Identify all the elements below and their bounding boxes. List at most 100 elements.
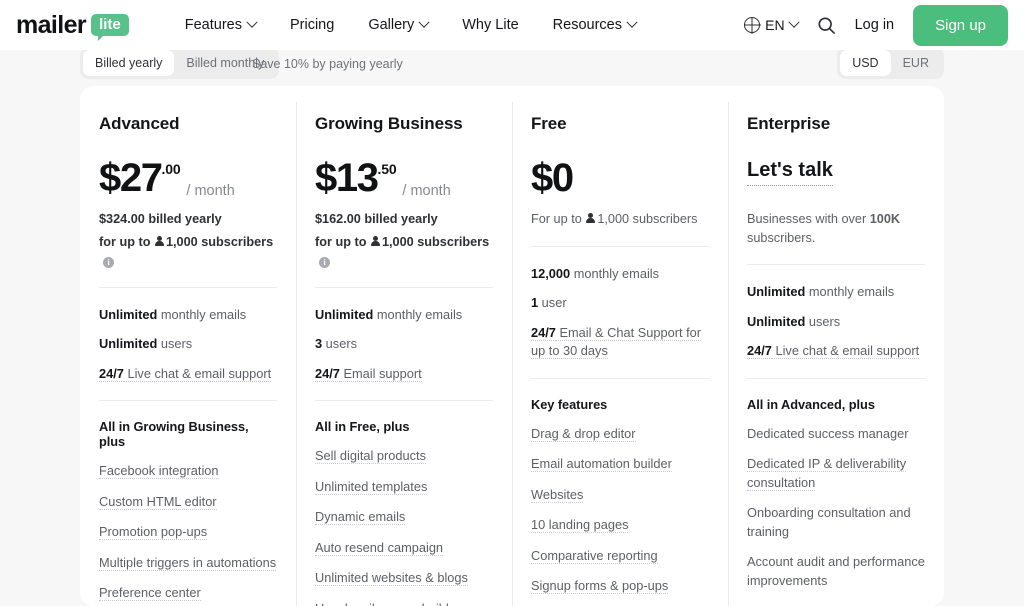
feature-item[interactable]: Dedicated IP & deliverability consultati… xyxy=(747,455,925,492)
enterprise-note-count: 100K xyxy=(869,212,901,226)
feature-item[interactable]: Unlimited websites & blogs xyxy=(315,569,493,588)
price-period: / month xyxy=(186,183,235,199)
nav-pricing[interactable]: Pricing xyxy=(290,17,334,33)
billing-period-toggle[interactable]: Billed yearly Billed monthly xyxy=(80,47,280,79)
feature-item: Onboarding consultation and training xyxy=(747,504,925,541)
nav-features[interactable]: Features xyxy=(184,16,258,33)
signup-button[interactable]: Sign up xyxy=(913,4,1008,46)
subscribers-count: 1,000 xyxy=(165,234,202,249)
plan-spec: Unlimited users xyxy=(99,335,277,354)
plan-spec-value: Unlimited xyxy=(747,313,806,329)
feature-item-label: Sell digital products xyxy=(315,448,426,465)
plan-spec: Unlimited monthly emails xyxy=(99,306,277,325)
feature-group-title: All in Free, plus xyxy=(315,419,410,435)
feature-item-label: Signup forms & pop-ups xyxy=(531,578,669,595)
feature-item-label: Dynamic emails xyxy=(315,509,406,526)
plan-spec[interactable]: 24/7 Live chat & email support xyxy=(747,342,925,361)
plan-spec-label: monthly emails xyxy=(570,265,660,281)
divider xyxy=(531,377,709,379)
chevron-down-icon xyxy=(626,16,638,28)
plan-name: Free xyxy=(531,114,567,133)
enterprise-note-suffix: subscribers. xyxy=(747,230,816,245)
plan-spec-label: user xyxy=(538,295,567,311)
price-decimal: .50 xyxy=(377,161,397,177)
feature-item[interactable]: Dynamic emails xyxy=(315,508,493,527)
feature-item-label: Promotion pop-ups xyxy=(99,524,208,541)
plan-spec-label: users xyxy=(805,313,841,329)
subscribers-line: for up to 1,000 subscribers i xyxy=(315,233,493,270)
enterprise-note-prefix: Businesses with over xyxy=(747,212,870,226)
feature-item[interactable]: Unsubscribe page builder xyxy=(315,600,493,606)
price-amount: $27 xyxy=(99,156,163,200)
language-selector[interactable]: EN xyxy=(744,16,800,33)
feature-item[interactable]: Facebook integration xyxy=(99,462,277,481)
feature-item[interactable]: Unlimited templates xyxy=(315,478,493,497)
billed-yearly-amount: $324.00 billed yearly xyxy=(99,212,222,226)
plan-spec: Unlimited users xyxy=(747,313,925,332)
plan-spec-label: Email & Chat Support for up to 30 days xyxy=(531,324,702,360)
site-header: mailer lite Features Pricing Gallery Why Li… xyxy=(0,0,1024,50)
plan-name: Advanced xyxy=(99,114,180,133)
plan-price: $13.50 / month xyxy=(315,158,493,201)
currency-toggle[interactable]: USD EUR xyxy=(837,47,944,79)
price-decimal: .00 xyxy=(161,161,181,177)
plan-spec-label: Email support xyxy=(339,365,422,382)
feature-item[interactable]: Comparative reporting xyxy=(531,547,709,566)
plan-spec-label: users xyxy=(322,336,357,352)
plan-spec[interactable]: 24/7 Email support xyxy=(315,365,493,384)
feature-item-label: Unsubscribe page builder xyxy=(315,600,461,606)
plan-price: $27.00 / month xyxy=(99,156,277,201)
feature-item[interactable]: Promotion pop-ups xyxy=(99,523,277,542)
feature-item-label: Onboarding consultation and training xyxy=(747,505,911,539)
plan-spec-value: Unlimited xyxy=(747,284,806,300)
login-link[interactable]: Log in xyxy=(855,17,895,33)
chevron-down-icon xyxy=(418,16,430,28)
pricing-plans-panel: Advanced $27.00 / month $324.00 billed year… xyxy=(80,86,944,606)
feature-item-label: Dedicated success manager xyxy=(747,425,909,441)
billed-yearly-line: $324.00 billed yearly xyxy=(99,210,277,229)
plan-card-growing-business: Growing Business $13.50 / month $162.00 bil… xyxy=(296,86,512,606)
currency-usd-button[interactable]: USD xyxy=(840,50,891,76)
feature-item-label: Unlimited templates xyxy=(315,478,428,495)
feature-item: Account audit and performance improvemen… xyxy=(747,553,925,590)
billed-yearly-amount: $162.00 billed yearly xyxy=(315,212,438,226)
price-period: / month xyxy=(402,183,451,199)
currency-eur-button[interactable]: EUR xyxy=(891,50,941,76)
info-icon[interactable]: i xyxy=(319,257,330,269)
search-icon[interactable] xyxy=(817,16,836,35)
person-icon xyxy=(370,235,380,247)
nav-item-label: Pricing xyxy=(289,17,335,33)
nav-gallery[interactable]: Gallery xyxy=(368,16,430,33)
feature-item[interactable]: Signup forms & pop-ups xyxy=(531,577,709,596)
price-amount: $0 xyxy=(531,156,574,200)
plan-spec-label: monthly emails xyxy=(157,306,247,322)
billing-yearly-button[interactable]: Billed yearly xyxy=(83,50,175,76)
divider xyxy=(99,400,277,402)
feature-item[interactable]: Email automation builder xyxy=(531,455,709,474)
divider xyxy=(315,400,493,402)
divider xyxy=(99,286,277,288)
feature-item[interactable]: Multiple triggers in automations xyxy=(99,554,277,573)
logo[interactable]: mailer lite xyxy=(16,11,129,42)
info-icon[interactable]: i xyxy=(103,257,114,269)
plan-price: $0 xyxy=(531,156,709,201)
feature-item-label: Auto resend campaign xyxy=(315,539,444,556)
enterprise-note: Businesses with over 100K subscribers. xyxy=(747,210,925,247)
feature-item[interactable]: 10 landing pages xyxy=(531,516,709,535)
nav-why-lite[interactable]: Why Lite xyxy=(462,17,518,33)
feature-item[interactable]: Websites xyxy=(531,486,709,505)
feature-item[interactable]: Auto resend campaign xyxy=(315,539,493,558)
plan-spec-label: users xyxy=(157,336,193,352)
feature-item[interactable]: Preference center xyxy=(99,584,277,603)
nav-item-label: Features xyxy=(184,17,242,33)
plan-spec[interactable]: 24/7 Live chat & email support xyxy=(99,365,277,384)
feature-item-label: 10 landing pages xyxy=(531,517,629,534)
lets-talk-link[interactable]: Let's talk xyxy=(747,159,833,186)
feature-item[interactable]: Sell digital products xyxy=(315,447,493,466)
feature-item[interactable]: Custom HTML editor xyxy=(99,493,277,512)
nav-resources[interactable]: Resources xyxy=(553,16,638,33)
plan-spec[interactable]: 24/7 Email & Chat Support for up to 30 d… xyxy=(531,324,709,361)
feature-item-label: Email automation builder xyxy=(531,456,672,473)
plan-spec: 3 users xyxy=(315,335,493,354)
feature-item[interactable]: Drag & drop editor xyxy=(531,425,709,444)
